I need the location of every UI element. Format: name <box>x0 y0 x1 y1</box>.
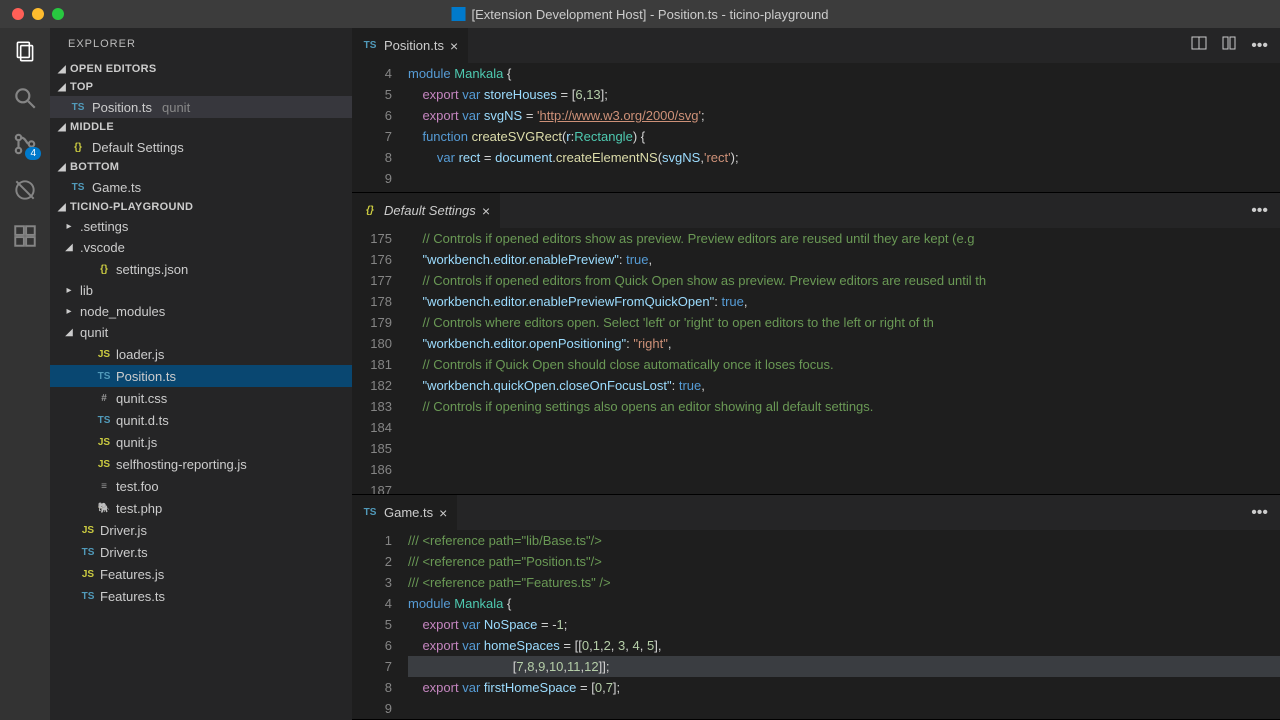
file-item[interactable]: JSDriver.js <box>50 519 352 541</box>
close-icon[interactable]: × <box>439 505 447 521</box>
file-item[interactable]: 🐘test.php <box>50 497 352 519</box>
file-item[interactable]: {}settings.json <box>50 258 352 280</box>
folder-item[interactable]: ◢.vscode <box>50 237 352 258</box>
window-titlebar: [Extension Development Host] - Position.… <box>0 0 1280 28</box>
middle-group-header[interactable]: ◢MIDDLE <box>50 118 352 136</box>
close-window-button[interactable] <box>12 8 24 20</box>
css-icon: # <box>96 390 112 406</box>
ts-icon: TS <box>80 544 96 560</box>
folder-item[interactable]: ▸.settings <box>50 216 352 237</box>
editor-group-top: TS Position.ts × ••• 456789module Mankal… <box>352 28 1280 193</box>
file-item[interactable]: TSPosition.ts <box>50 365 352 387</box>
file-item[interactable]: JSFeatures.js <box>50 563 352 585</box>
file-item[interactable]: TSFeatures.ts <box>50 585 352 607</box>
scm-badge: 4 <box>25 147 41 160</box>
open-editor-default-settings[interactable]: {} Default Settings <box>50 136 352 158</box>
bottom-group-header[interactable]: ◢BOTTOM <box>50 158 352 176</box>
explorer-icon[interactable] <box>11 38 39 66</box>
compare-icon[interactable] <box>1221 35 1237 56</box>
file-item[interactable]: ≡test.foo <box>50 475 352 497</box>
open-editor-position[interactable]: TS Position.ts qunit <box>50 96 352 118</box>
ts-icon: TS <box>70 179 86 195</box>
open-editors-section[interactable]: ◢OPEN EDITORS <box>50 60 352 78</box>
json-icon: {} <box>96 261 112 277</box>
open-editor-game[interactable]: TS Game.ts <box>50 176 352 198</box>
file-item[interactable]: JSqunit.js <box>50 431 352 453</box>
editor-group-middle: {} Default Settings × ••• 17517617717817… <box>352 193 1280 495</box>
chevron-icon: ◢ <box>62 327 76 338</box>
top-group-header[interactable]: ◢TOP <box>50 78 352 96</box>
chevron-icon: ◢ <box>62 242 76 253</box>
workspace-section[interactable]: ◢TICINO-PLAYGROUND <box>50 198 352 216</box>
chevron-icon: ▸ <box>62 285 76 296</box>
js-icon: JS <box>96 456 112 472</box>
more-icon[interactable]: ••• <box>1251 504 1268 522</box>
close-icon[interactable]: × <box>450 38 458 54</box>
folder-item[interactable]: ◢qunit <box>50 322 352 343</box>
file-item[interactable]: JSselfhosting-reporting.js <box>50 453 352 475</box>
ts-icon: TS <box>80 588 96 604</box>
js-icon: JS <box>80 566 96 582</box>
source-control-icon[interactable]: 4 <box>11 130 39 158</box>
window-title: [Extension Development Host] - Position.… <box>452 7 829 22</box>
activity-bar: 4 <box>0 28 50 720</box>
vscode-icon <box>452 7 466 21</box>
close-icon[interactable]: × <box>482 203 490 219</box>
maximize-window-button[interactable] <box>52 8 64 20</box>
file-icon: ≡ <box>96 478 112 494</box>
json-icon: {} <box>70 139 86 155</box>
file-item[interactable]: TSDriver.ts <box>50 541 352 563</box>
file-item[interactable]: TSqunit.d.ts <box>50 409 352 431</box>
json-icon: {} <box>362 203 378 219</box>
more-icon[interactable]: ••• <box>1251 202 1268 220</box>
tab-game[interactable]: TS Game.ts × <box>352 495 458 530</box>
folder-item[interactable]: ▸lib <box>50 280 352 301</box>
search-icon[interactable] <box>11 84 39 112</box>
file-item[interactable]: JSloader.js <box>50 343 352 365</box>
file-item[interactable]: #qunit.css <box>50 387 352 409</box>
debug-icon[interactable] <box>11 176 39 204</box>
extensions-icon[interactable] <box>11 222 39 250</box>
php-icon: 🐘 <box>96 500 112 516</box>
split-editor-icon[interactable] <box>1191 35 1207 56</box>
sidebar-title: EXPLORER <box>50 28 352 60</box>
tab-position[interactable]: TS Position.ts × <box>352 28 469 63</box>
ts-icon: TS <box>362 38 378 54</box>
chevron-icon: ▸ <box>62 221 76 232</box>
more-icon[interactable]: ••• <box>1251 37 1268 55</box>
window-controls <box>0 8 64 20</box>
ts-icon: TS <box>70 99 86 115</box>
js-icon: JS <box>80 522 96 538</box>
ts-icon: TS <box>96 412 112 428</box>
tab-default-settings[interactable]: {} Default Settings × <box>352 193 501 228</box>
ts-icon: TS <box>96 368 112 384</box>
chevron-icon: ▸ <box>62 306 76 317</box>
js-icon: JS <box>96 434 112 450</box>
folder-item[interactable]: ▸node_modules <box>50 301 352 322</box>
minimize-window-button[interactable] <box>32 8 44 20</box>
explorer-sidebar: EXPLORER ◢OPEN EDITORS ◢TOP TS Position.… <box>50 28 352 720</box>
ts-icon: TS <box>362 505 378 521</box>
js-icon: JS <box>96 346 112 362</box>
editor-group-bottom: TS Game.ts × ••• 123456789/// <reference… <box>352 495 1280 720</box>
